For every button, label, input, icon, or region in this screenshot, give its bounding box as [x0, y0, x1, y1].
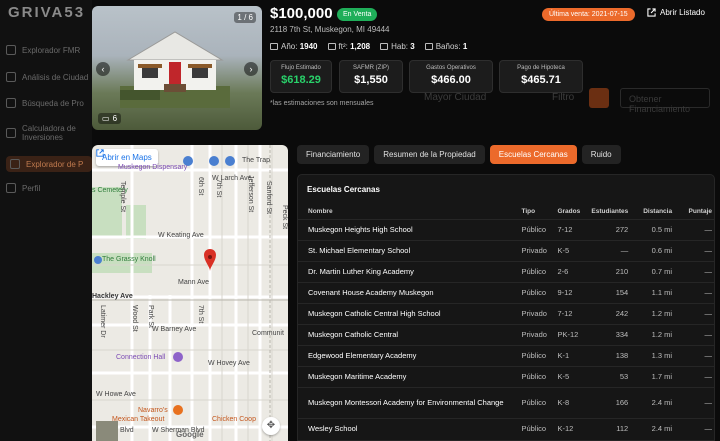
map-label-navarro: Navarro's: [138, 407, 168, 414]
open-listing-link[interactable]: Abrir Listado: [647, 8, 705, 17]
property-photo[interactable]: 1 / 6 ‹ › ▭ 6: [92, 6, 262, 130]
map-label-barney: W Barney Ave: [152, 326, 197, 333]
stat-estimated-cashflow: Flujo Estimado $618.29: [270, 60, 332, 93]
table-row: Muskegon Montessori Academy for Environm…: [298, 386, 714, 418]
city-icon: [6, 72, 16, 82]
external-link-icon: [647, 8, 656, 17]
bg-nav-item-city: Análisis de Ciudad: [6, 72, 92, 82]
ruler-icon: [327, 43, 336, 50]
calendar-icon: [270, 43, 278, 50]
listing-address: 2118 7th St, Muskegon, MI 49444: [270, 25, 390, 34]
home-icon: [10, 159, 20, 169]
bg-nav-item-search: Búsqueda de Pro: [6, 98, 92, 108]
map-label-7th-north: 7th St: [215, 179, 222, 198]
detail-tabs: Financiamiento Resumen de la Propiedad E…: [297, 145, 621, 164]
map-label-jefferson: Jefferson St: [247, 175, 254, 213]
col-header-score: Puntaje: [688, 208, 712, 216]
table-row: Dr. Martin Luther King Academy Público 2-6…: [298, 260, 714, 282]
table-row: Wesley School Público K-12 112 2.4 mi —: [298, 417, 714, 439]
map-label-mann: Mann Ave: [178, 279, 210, 286]
stat-mortgage-payment: Pago de Hipoteca $465.71: [499, 60, 583, 93]
table-row: Edgewood Elementary Academy Público K-1 138…: [298, 344, 714, 366]
map-label-grassy: The Grassy Knoll: [102, 256, 156, 263]
table-row: Muskegon Heights High School Público 7-12 2…: [298, 218, 714, 240]
table-row: Covenant House Academy Muskegon Público 9-…: [298, 281, 714, 303]
map-label-howe: W Howe Ave: [96, 391, 136, 398]
fact-baths: Baños: 1: [424, 42, 467, 51]
map-label-peck: Peck St: [281, 205, 288, 230]
user-icon: [6, 183, 16, 193]
bg-nav-item-fmr: Explorador FMR: [6, 45, 92, 55]
map-label-hovey: W Hovey Ave: [208, 360, 250, 367]
col-header-students: Estudiantes: [591, 208, 629, 216]
schools-table: Nombre Tipo Grados Estudiantes Distancia…: [298, 205, 714, 439]
search-icon: [6, 98, 16, 108]
calculator-icon: [6, 128, 16, 138]
table-row: Muskegon Catholic Central High School Pri…: [298, 302, 714, 324]
tab-noise[interactable]: Ruido: [581, 145, 621, 164]
listing-price: $100,000: [270, 5, 333, 22]
property-facts: Año: 1940 ft²: 1,208 Hab: 3 Baños: 1: [270, 42, 467, 51]
fact-sqft: ft²: 1,208: [327, 42, 370, 51]
map-recenter-button[interactable]: ✥: [262, 417, 280, 435]
tab-financing[interactable]: Financiamiento: [297, 145, 370, 164]
map-label-6th: 6th St: [197, 177, 204, 196]
property-modal: 1 / 6 ‹ › ▭ 6 $100,000 En Venta 2118 7th …: [92, 0, 720, 441]
bed-icon: [380, 43, 389, 50]
bg-nav-item-profile: Perfil: [6, 183, 92, 193]
status-badge: En Venta: [337, 8, 378, 21]
bg-nav-item-calculator: Calculadora de Inversiones: [6, 124, 92, 142]
map-label-trap: The Trap: [242, 157, 271, 164]
tab-property-summary[interactable]: Resumen de la Propiedad: [374, 145, 485, 164]
tag-icon: [6, 45, 16, 55]
col-header-distance: Distancia: [643, 208, 673, 216]
map-label-keating: W Keating Ave: [158, 232, 204, 239]
map-label-blvd: Blvd: [120, 427, 134, 434]
col-header-grades: Grados: [557, 208, 581, 216]
photo-next-button[interactable]: ›: [244, 62, 258, 76]
schools-title: Escuelas Cercanas: [307, 185, 380, 194]
map-label-wood: Wood St: [131, 305, 138, 332]
stat-operating-expenses: Gastos Operativos $466.00: [409, 60, 493, 93]
property-pin: [204, 249, 216, 271]
map-label-7th-south: 7th St: [197, 305, 204, 324]
map-label-chicken: Chicken Coop: [212, 416, 256, 423]
fact-beds: Hab: 3: [380, 42, 415, 51]
table-row: Muskegon Maritime Academy Público K-5 53 1.7…: [298, 365, 714, 387]
tab-nearby-schools[interactable]: Escuelas Cercanas: [489, 145, 577, 164]
map-label-sanford: Sanford St: [265, 181, 272, 215]
photo-prev-button[interactable]: ‹: [96, 62, 110, 76]
property-map[interactable]: Abrir en Maps Muskegon Dispensary The Tr…: [92, 145, 288, 441]
table-row: Muskegon Catholic Central Privado PK-12 334…: [298, 323, 714, 345]
map-label-communit: Communit: [252, 330, 284, 337]
map-label-park: Park St: [147, 305, 154, 328]
bg-nav-item-explorer: Explorador de P: [6, 156, 92, 172]
photo-counter: 1 / 6: [234, 12, 256, 23]
table-row: St. Michael Elementary School Privado K-5—…: [298, 239, 714, 261]
col-header-name: Nombre: [308, 208, 333, 216]
app-logo: GRIVA53: [8, 4, 86, 21]
google-attribution: Google: [176, 430, 204, 439]
last-sale-badge: Última venta: 2021-07-15: [542, 8, 635, 21]
map-label-temple: Temple St: [119, 181, 126, 213]
fact-year: Año: 1940: [270, 42, 318, 51]
estimate-note: *las estimaciones son mensuales: [270, 100, 374, 107]
bath-icon: [424, 43, 433, 50]
background-sidebar: GRIVA53 Explorador FMR Análisis de Ciuda…: [0, 0, 92, 441]
map-label-latimer: Latimer Dr: [99, 305, 106, 338]
stat-safmr: SAFMR (ZIP) $1,550: [339, 60, 403, 93]
photo-count-badge: ▭ 6: [98, 113, 122, 124]
map-label-takeout: Mexican Takeout: [112, 416, 165, 423]
house-image: [120, 31, 230, 108]
schools-panel: Escuelas Cercanas Nombre Tipo Grados Est…: [297, 174, 715, 441]
map-label-dispensary: Muskegon Dispensary: [118, 164, 188, 171]
col-header-type: Tipo: [521, 208, 536, 216]
external-link-icon: [96, 149, 104, 157]
map-label-hackley: Hackley Ave: [92, 293, 133, 300]
image-icon: ▭: [102, 114, 110, 123]
map-label-connection: Connection Hall: [116, 354, 166, 361]
table-header-row: Nombre Tipo Grados Estudiantes Distancia…: [298, 205, 714, 219]
app-root: GRIVA53 Explorador FMR Análisis de Ciuda…: [0, 0, 720, 441]
